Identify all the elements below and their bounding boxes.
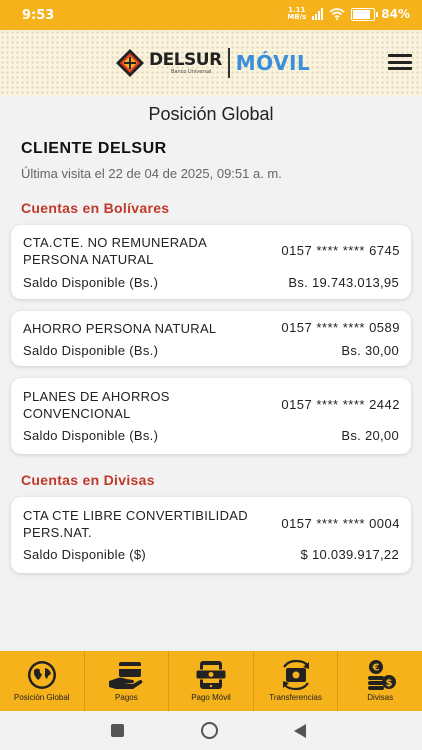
hamburger-line <box>388 60 412 64</box>
tab-pagos[interactable]: Pagos <box>85 651 170 711</box>
balance-amount: Bs. 30,00 <box>341 343 399 358</box>
tab-label: Posición Global <box>14 693 70 702</box>
account-name: PLANES DE AHORROS CONVENCIONAL <box>23 389 170 421</box>
account-number: 0157 **** **** 0004 <box>281 516 400 531</box>
status-bar: 9:53 1.11 MB/s 84% <box>0 0 422 30</box>
tab-transferencias[interactable]: Transferencias <box>254 651 339 711</box>
brand-block: DELSUR Banco Universal <box>149 49 222 75</box>
recents-button[interactable] <box>111 724 124 737</box>
account-name: CTA.CTE. NO REMUNERADA PERSONA NATURAL <box>23 235 207 267</box>
balance-label: Saldo Disponible (Bs.) <box>23 428 159 443</box>
account-number: 0157 **** **** 0589 <box>281 320 400 335</box>
signal-icon <box>312 8 324 20</box>
globe-icon <box>27 661 56 689</box>
hamburger-line <box>388 54 412 57</box>
tab-posicion-global[interactable]: Posición Global <box>0 651 85 711</box>
menu-button[interactable] <box>388 54 412 70</box>
brand-subtitle: Banco Universal <box>171 68 212 75</box>
balance-label: Saldo Disponible (Bs.) <box>23 343 159 358</box>
app-header: DELSUR Banco Universal MÓVIL <box>0 30 422 96</box>
mobile-payment-icon <box>195 661 227 689</box>
balance-label: Saldo Disponible (Bs.) <box>23 275 159 290</box>
card-hand-icon <box>109 662 143 689</box>
system-nav-bar <box>0 711 422 750</box>
status-icons: 1.11 MB/s 84% <box>287 7 410 22</box>
brand-name: DELSUR <box>149 49 222 70</box>
tab-divisas[interactable]: € $ Divisas <box>338 651 422 711</box>
bottom-tab-bar: Posición Global Pagos Pago Móvil Transfe… <box>0 651 422 711</box>
transfer-icon <box>282 659 309 691</box>
delsur-diamond-icon <box>116 49 144 77</box>
tab-label: Pago Móvil <box>191 693 231 702</box>
currency-coins-icon: € $ <box>368 660 397 690</box>
account-card[interactable]: AHORRO PERSONA NATURAL 0157 **** **** 05… <box>11 311 411 366</box>
battery-percent: 84% <box>381 7 410 21</box>
svg-text:$: $ <box>386 678 393 689</box>
network-speed: 1.11 MB/s <box>287 7 306 21</box>
page-title: Posición Global <box>148 104 274 124</box>
account-name: CTA CTE LIBRE CONVERTIBILIDAD PERS.NAT. <box>23 508 248 540</box>
status-time: 9:53 <box>22 8 55 23</box>
hamburger-line <box>388 67 412 70</box>
battery-icon <box>351 7 379 21</box>
wifi-icon <box>329 8 345 20</box>
back-button[interactable] <box>293 723 307 739</box>
account-number: 0157 **** **** 6745 <box>281 243 400 258</box>
tab-label: Pagos <box>115 693 138 702</box>
account-card[interactable]: PLANES DE AHORROS CONVENCIONAL 0157 ****… <box>11 378 411 454</box>
home-button[interactable] <box>201 722 218 739</box>
account-number: 0157 **** **** 2442 <box>281 397 400 412</box>
app-name: MÓVIL <box>235 51 311 75</box>
balance-amount: Bs. 20,00 <box>341 428 399 443</box>
account-card[interactable]: CTA.CTE. NO REMUNERADA PERSONA NATURAL 0… <box>11 225 411 299</box>
tab-label: Divisas <box>367 693 394 702</box>
network-speed-unit: MB/s <box>287 13 307 21</box>
balance-label: Saldo Disponible ($) <box>23 547 147 562</box>
client-name: CLIENTE DELSUR <box>21 140 167 157</box>
delsur-logo: DELSUR Banco Universal MÓVIL <box>115 48 310 78</box>
balance-amount: Bs. 19.743.013,95 <box>288 275 399 290</box>
tab-pago-movil[interactable]: Pago Móvil <box>169 651 254 711</box>
svg-text:€: € <box>372 663 380 674</box>
account-card[interactable]: CTA CTE LIBRE CONVERTIBILIDAD PERS.NAT. … <box>11 497 411 573</box>
account-name: AHORRO PERSONA NATURAL <box>23 321 217 336</box>
section-title-divisas: Cuentas en Divisas <box>21 472 155 488</box>
balance-amount: $ 10.039.917,22 <box>300 547 399 562</box>
tab-label: Transferencias <box>269 693 322 702</box>
section-title-bolivares: Cuentas en Bolívares <box>21 200 170 216</box>
last-visit: Última visita el 22 de 04 de 2025, 09:51… <box>21 166 282 181</box>
logo-divider <box>227 48 230 78</box>
